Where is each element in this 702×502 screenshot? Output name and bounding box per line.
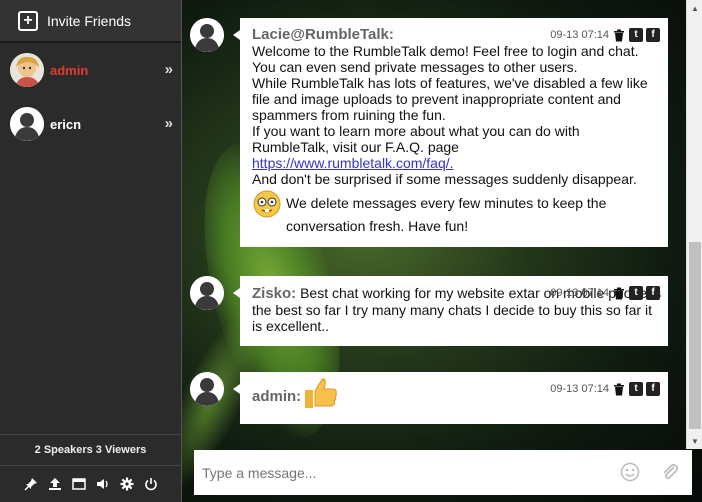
emoji-icon[interactable] [620,462,640,482]
message-time: 09-13 07:14 [550,383,609,395]
message-line: Welcome to the RumbleTalk demo! Feel fre… [252,43,639,59]
user-name-admin: admin [50,62,89,78]
bottom-toolbar [0,466,181,502]
user-name-ericn: ericn [50,116,82,132]
thumbs-up-icon [304,377,338,412]
message-line: And don't be surprised if some messages … [252,171,637,187]
speakers-viewers-count: 2 Speakers 3 Viewers [0,434,181,466]
scroll-up-arrow-icon[interactable]: ▲ [687,0,702,16]
window-icon[interactable] [71,476,87,492]
speaker-icon[interactable] [95,476,111,492]
pin-icon[interactable] [23,476,39,492]
ericn-avatar [10,107,44,141]
message-input-bar [194,450,692,495]
message-meta: 09-13 07:14 t f [550,285,660,301]
message-meta: 09-13 07:14 t f [550,27,660,43]
user-avatar [190,372,224,406]
power-icon[interactable] [143,476,159,492]
message-time: 09-13 07:14 [550,287,609,299]
message-bubble: Lacie@RumbleTalk: 09-13 07:14 t f Welcom… [233,18,668,247]
user-list-item-ericn[interactable]: ericn » [0,97,181,151]
admin-avatar [10,53,44,87]
chat-message: 09-13 07:14 t f Zisko: Best chat working… [190,276,668,346]
chat-scrollbar[interactable]: ▲ ▼ [686,0,702,449]
faq-link[interactable]: https://www.rumbletalk.com/faq/. [252,155,454,171]
message-line: We delete messages every few minutes to … [286,195,607,234]
chat-area: Lacie@RumbleTalk: 09-13 07:14 t f Welcom… [182,0,702,502]
invite-friends-button[interactable]: + Invite Friends [0,0,181,43]
message-bubble: 09-13 07:14 t f Zisko: Best chat working… [233,276,668,346]
chat-message: Lacie@RumbleTalk: 09-13 07:14 t f Welcom… [190,18,668,247]
invite-friends-label: Invite Friends [47,12,132,29]
trash-icon[interactable] [612,28,626,42]
trash-icon[interactable] [612,286,626,300]
message-author: Zisko: [252,285,297,302]
trash-icon[interactable] [612,382,626,396]
message-author: admin: [252,387,302,405]
user-avatar [190,276,224,310]
message-line: While RumbleTalk has lots of features, w… [252,75,648,123]
twitter-icon[interactable]: t [629,28,643,42]
chevron-right-icon[interactable]: » [165,61,173,78]
chat-message: 09-13 07:14 t f admin: [190,372,668,424]
chevron-right-icon[interactable]: » [165,115,173,132]
user-avatar [190,18,224,52]
scrollbar-thumb[interactable] [689,242,701,429]
paperclip-icon[interactable] [660,462,680,482]
message-line: You can even send private messages to ot… [252,59,578,75]
twitter-icon[interactable]: t [629,382,643,396]
upload-icon[interactable] [47,476,63,492]
twitter-icon[interactable]: t [629,286,643,300]
scroll-down-arrow-icon[interactable]: ▼ [687,433,702,449]
user-list-item-admin[interactable]: admin » [0,43,181,97]
sidebar: + Invite Friends admin » ericn » 2 Speak [0,0,182,502]
message-input[interactable] [200,463,600,482]
facebook-icon[interactable]: f [646,382,660,396]
nerd-emoji-icon [252,189,282,222]
message-meta: 09-13 07:14 t f [550,381,660,397]
facebook-icon[interactable]: f [646,286,660,300]
message-time: 09-13 07:14 [550,29,609,41]
message-line: If you want to learn more about what you… [252,123,580,155]
message-bubble: 09-13 07:14 t f admin: [233,372,668,424]
gear-icon[interactable] [119,476,135,492]
plus-icon: + [18,10,38,31]
facebook-icon[interactable]: f [646,28,660,42]
